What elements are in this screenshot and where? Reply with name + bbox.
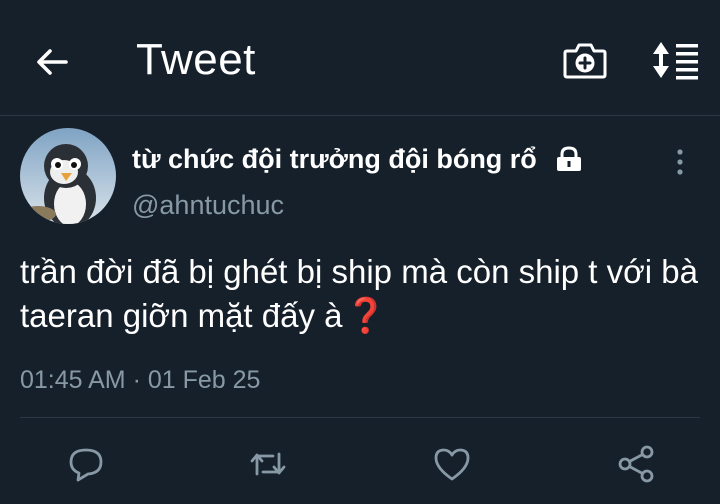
tweet-text: trần đời đã bị ghét bị ship mà còn ship … — [20, 250, 710, 338]
heart-icon — [432, 444, 472, 484]
tweet-timestamp: 01:45 AM · 01 Feb 25 — [20, 366, 261, 394]
reply-button[interactable] — [66, 444, 106, 484]
back-button[interactable] — [30, 40, 74, 84]
app-header: Tweet — [0, 0, 720, 116]
tweet-detail-screen: Tweet từ chức đội trưởng đội bóng rổ @ah… — [0, 0, 720, 504]
camera-plus-icon — [562, 40, 608, 82]
camera-button[interactable] — [562, 40, 608, 82]
arrow-left-icon — [30, 40, 74, 84]
more-vertical-icon — [666, 146, 694, 178]
sort-list-icon — [648, 38, 700, 82]
share-button[interactable] — [616, 444, 656, 484]
more-options-button[interactable] — [666, 146, 694, 178]
share-icon — [616, 444, 656, 484]
retweet-icon — [248, 444, 288, 484]
user-handle[interactable]: @ahntuchuc — [132, 188, 284, 222]
reply-icon — [66, 444, 106, 484]
lock-icon — [554, 146, 584, 172]
question-mark-emoji: ❓ — [344, 297, 387, 335]
display-name[interactable]: từ chức đội trưởng đội bóng rổ — [132, 142, 537, 176]
like-button[interactable] — [432, 444, 472, 484]
page-title: Tweet — [136, 35, 256, 84]
sort-button[interactable] — [648, 38, 700, 82]
retweet-button[interactable] — [248, 444, 288, 484]
divider — [20, 417, 700, 418]
avatar[interactable] — [20, 128, 116, 224]
